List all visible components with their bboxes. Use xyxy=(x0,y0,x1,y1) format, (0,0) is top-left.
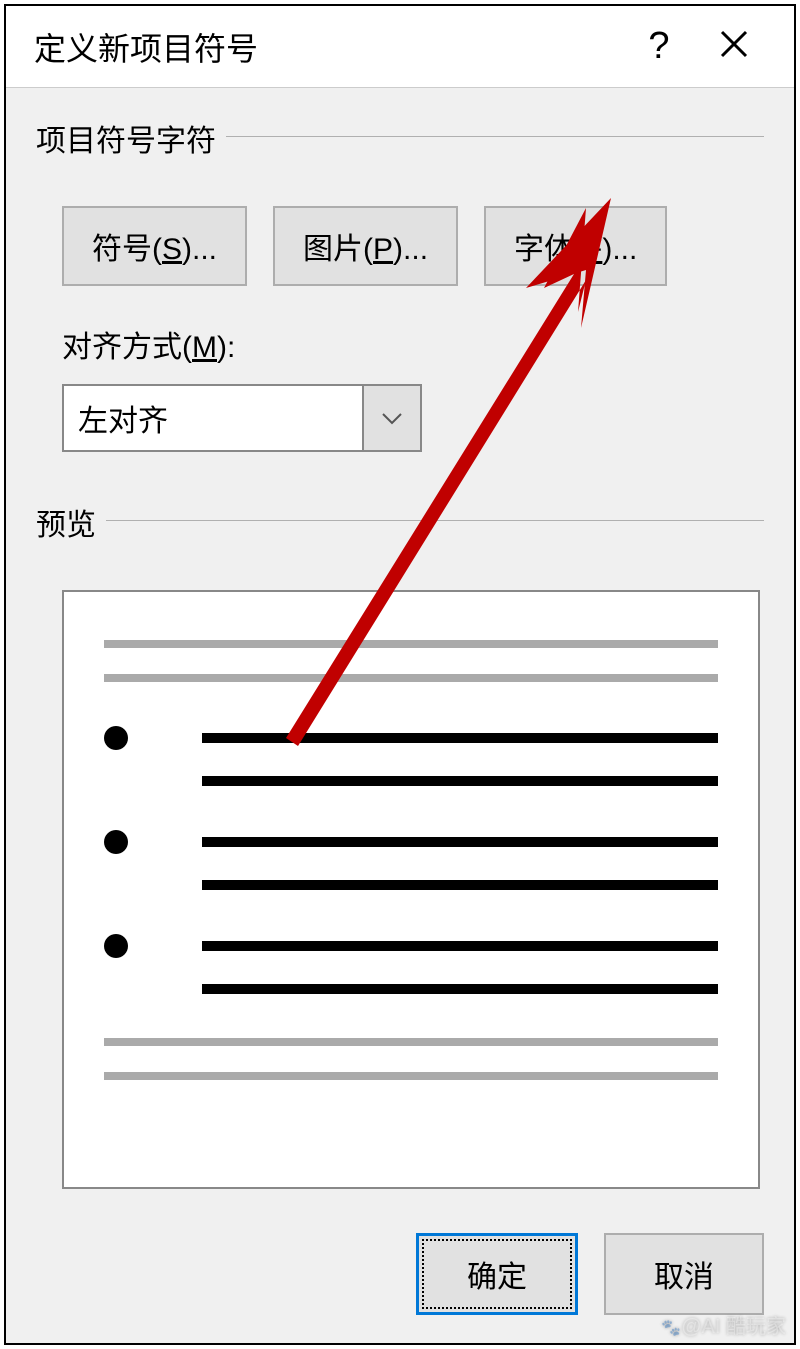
font-button[interactable]: 字体(F)... xyxy=(484,206,667,286)
preview-line xyxy=(104,640,718,648)
preview-line xyxy=(202,837,718,847)
preview-line xyxy=(202,984,718,994)
define-new-bullet-dialog: 定义新项目符号 ? 项目符号字符 符号(S)... 图片(P)... 字体(F)… xyxy=(4,4,796,1345)
cancel-button[interactable]: 取消 xyxy=(604,1233,764,1315)
close-icon xyxy=(718,28,750,60)
preview-line xyxy=(104,1038,718,1046)
preview-bullet-item xyxy=(104,880,718,890)
alignment-label: 对齐方式(M): xyxy=(36,322,764,366)
help-button[interactable]: ? xyxy=(624,25,694,68)
preview-line xyxy=(202,776,718,786)
chevron-down-icon xyxy=(362,386,420,450)
bullet-char-label: 项目符号字符 xyxy=(36,116,216,160)
titlebar: 定义新项目符号 ? xyxy=(6,6,794,88)
preview-bullet-item xyxy=(104,830,718,854)
bullet-icon xyxy=(104,830,128,854)
picture-button[interactable]: 图片(P)... xyxy=(273,206,458,286)
preview-bullet-item xyxy=(104,776,718,786)
watermark: 🐾@AI 酷玩家 xyxy=(661,1310,786,1339)
button-row: 符号(S)... 图片(P)... 字体(F)... xyxy=(36,206,764,286)
alignment-value: 左对齐 xyxy=(64,396,362,440)
symbol-button[interactable]: 符号(S)... xyxy=(62,206,247,286)
dialog-body: 项目符号字符 符号(S)... 图片(P)... 字体(F)... 对齐方式(M… xyxy=(6,88,794,1209)
bullet-char-section-header: 项目符号字符 xyxy=(36,116,764,170)
alignment-select[interactable]: 左对齐 xyxy=(62,384,422,452)
preview-line xyxy=(202,733,718,743)
preview-section-header: 预览 xyxy=(36,500,764,554)
preview-bullet-item xyxy=(104,934,718,958)
preview-line xyxy=(202,941,718,951)
close-button[interactable] xyxy=(694,28,774,65)
divider xyxy=(226,136,764,137)
bullet-icon xyxy=(104,934,128,958)
bullet-icon xyxy=(104,726,128,750)
preview-box xyxy=(62,590,760,1189)
dialog-title: 定义新项目符号 xyxy=(34,24,624,70)
preview-line xyxy=(202,880,718,890)
preview-label: 预览 xyxy=(36,500,96,544)
ok-button[interactable]: 确定 xyxy=(416,1233,578,1315)
divider xyxy=(106,520,764,521)
preview-bullet-item xyxy=(104,984,718,994)
preview-bullet-item xyxy=(104,726,718,750)
preview-line xyxy=(104,1072,718,1080)
preview-line xyxy=(104,674,718,682)
